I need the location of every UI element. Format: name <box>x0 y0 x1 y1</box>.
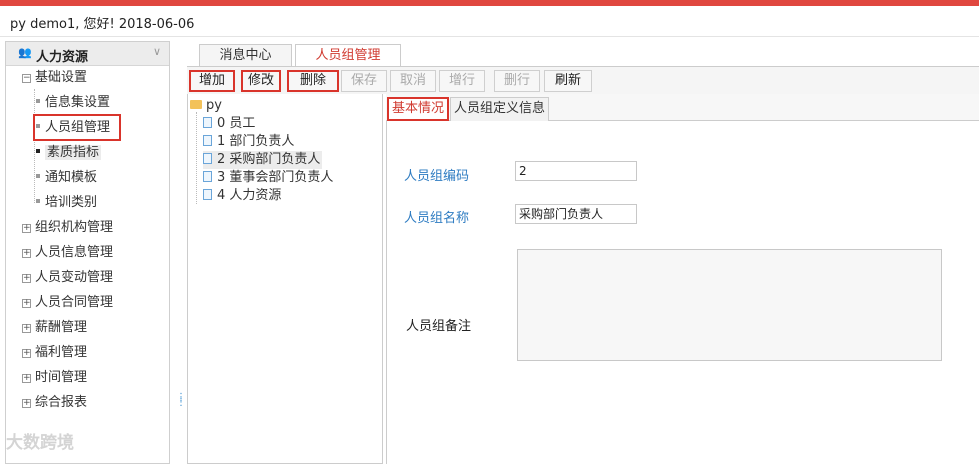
nav-item-info-set[interactable]: 信息集设置 <box>36 92 110 114</box>
folder-icon <box>190 100 202 109</box>
nav-item-notice-template[interactable]: 通知模板 <box>36 167 97 189</box>
expand-icon[interactable]: + <box>22 249 31 258</box>
tree-node[interactable]: 0 员工 <box>203 115 255 133</box>
tree-connector <box>196 112 197 204</box>
nav-group-contract[interactable]: + 人员合同管理 <box>22 292 113 314</box>
subtab-basic-info[interactable]: 基本情况 <box>387 97 450 121</box>
nav-header[interactable]: 👥 人力资源 ∨ <box>6 42 169 66</box>
header: py demo1, 您好! 2018-06-06 <box>0 6 979 37</box>
group-name-label: 人员组名称 <box>404 211 470 226</box>
detail-panel: 基本情况 人员组定义信息 人员组编码 2 人员组名称 采购部门负责人 人员组备注 <box>386 94 979 464</box>
nav-group-basic-settings[interactable]: − 基础设置 <box>22 67 87 89</box>
tab-message-center[interactable]: 消息中心 <box>199 44 292 66</box>
document-icon <box>203 189 212 200</box>
nav-item-personnel-group[interactable]: 人员组管理 <box>36 117 110 139</box>
nav-group-welfare[interactable]: + 福利管理 <box>22 342 87 364</box>
bullet-icon <box>36 124 40 128</box>
nav-title: 人力资源 <box>36 50 89 65</box>
bullet-icon <box>36 149 40 153</box>
document-icon <box>203 171 212 182</box>
nav-group-reports[interactable]: + 综合报表 <box>22 392 87 414</box>
document-icon <box>203 117 212 128</box>
nav-item-quality-index[interactable]: 素质指标 <box>36 142 102 164</box>
tree-node-selected[interactable]: 2 采购部门负责人 <box>203 151 323 169</box>
tree-node[interactable]: 3 董事会部门负责人 <box>203 169 333 187</box>
document-icon <box>203 135 212 146</box>
expand-icon[interactable]: + <box>22 324 31 333</box>
expand-icon[interactable]: + <box>22 224 31 233</box>
watermark: 大数跨境 <box>6 433 74 453</box>
group-remark-label: 人员组备注 <box>406 319 472 334</box>
greeting-text: py demo1, 您好! 2018-06-06 <box>10 17 195 32</box>
document-icon <box>203 153 212 164</box>
tab-personnel-group[interactable]: 人员组管理 <box>295 44 401 67</box>
splitter-handle[interactable]: ⋮ ⋮ <box>176 393 186 408</box>
group-tree-panel: py 0 员工 1 部门负责人 2 采购部门负责人 3 董事会部门负责人 4 人… <box>187 94 383 464</box>
toolbar: 增加 修改 删除 保存 取消 增行 删行 刷新 <box>187 66 979 94</box>
nav-group-time[interactable]: + 时间管理 <box>22 367 87 389</box>
tree-connector <box>34 89 35 203</box>
nav-group-personnel-info[interactable]: + 人员信息管理 <box>22 242 113 264</box>
group-remark-textarea[interactable] <box>517 249 942 361</box>
tree-node[interactable]: 1 部门负责人 <box>203 133 294 151</box>
nav-group-personnel-change[interactable]: + 人员变动管理 <box>22 267 113 289</box>
expand-icon[interactable]: + <box>22 349 31 358</box>
expand-icon[interactable]: + <box>22 374 31 383</box>
delete-row-button[interactable]: 删行 <box>494 70 540 92</box>
expand-icon[interactable]: + <box>22 274 31 283</box>
nav-group-org[interactable]: + 组织机构管理 <box>22 217 113 239</box>
tree-root[interactable]: py <box>190 97 222 115</box>
left-navigation: 👥 人力资源 ∨ − 基础设置 信息集设置 人员组管理 素质指标 通知模板 培训类… <box>5 41 170 464</box>
add-row-button[interactable]: 增行 <box>439 70 485 92</box>
cancel-button[interactable]: 取消 <box>390 70 436 92</box>
panel-border <box>386 121 387 464</box>
add-button[interactable]: 增加 <box>189 70 235 92</box>
expand-icon[interactable]: + <box>22 299 31 308</box>
chevron-down-icon[interactable]: ∨ <box>153 45 161 58</box>
group-code-input[interactable]: 2 <box>515 161 637 181</box>
users-icon: 👥 <box>18 46 32 59</box>
save-button[interactable]: 保存 <box>341 70 387 92</box>
subtab-bar: 基本情况 人员组定义信息 <box>386 94 979 121</box>
nav-item-training-category[interactable]: 培训类别 <box>36 192 97 214</box>
bullet-icon <box>36 199 40 203</box>
subtab-group-definition[interactable]: 人员组定义信息 <box>450 97 550 121</box>
refresh-button[interactable]: 刷新 <box>544 70 592 92</box>
tree-node[interactable]: 4 人力资源 <box>203 187 281 205</box>
bullet-icon <box>36 99 40 103</box>
collapse-icon[interactable]: − <box>22 74 31 83</box>
nav-group-salary[interactable]: + 薪酬管理 <box>22 317 87 339</box>
group-code-label: 人员组编码 <box>404 169 470 184</box>
edit-button[interactable]: 修改 <box>241 70 281 92</box>
bullet-icon <box>36 174 40 178</box>
delete-button[interactable]: 删除 <box>287 70 339 92</box>
expand-icon[interactable]: + <box>22 399 31 408</box>
group-name-input[interactable]: 采购部门负责人 <box>515 204 637 224</box>
